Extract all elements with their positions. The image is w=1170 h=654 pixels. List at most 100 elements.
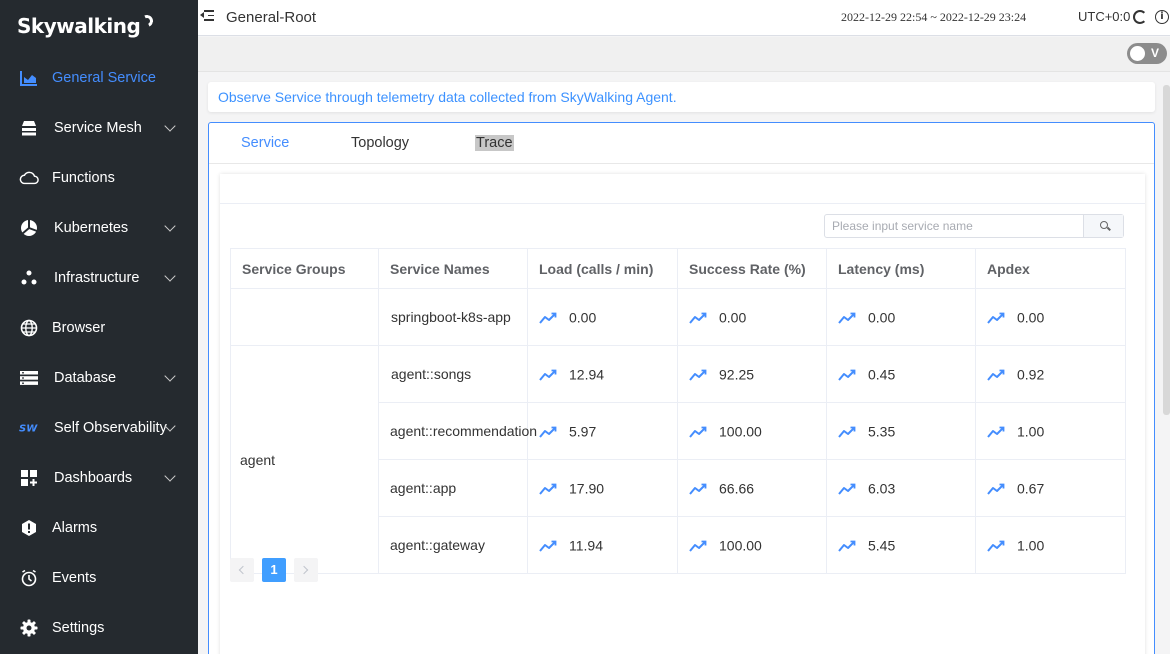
col-header-success-rate: Success Rate (%) <box>677 248 827 289</box>
sidebar-item-database[interactable]: Database <box>0 358 198 398</box>
trend-icon[interactable] <box>689 483 707 495</box>
edit-mode-toggle[interactable]: V <box>1127 43 1167 64</box>
latency-cell: 0.00 <box>826 288 976 346</box>
trend-icon[interactable] <box>689 312 707 324</box>
trend-icon[interactable] <box>838 426 856 438</box>
trend-icon[interactable] <box>539 540 557 552</box>
sidebar-item-infrastructure[interactable]: Infrastructure <box>0 258 198 298</box>
apdex-cell: 0.00 <box>975 288 1126 346</box>
chevron-down-icon <box>164 120 176 132</box>
latency-value: 5.45 <box>868 537 896 554</box>
trend-icon[interactable] <box>539 312 557 324</box>
tab-bar: Service Topology Trace <box>209 123 1154 164</box>
toggle-label: V <box>1151 46 1160 60</box>
database-icon <box>19 368 39 388</box>
trend-icon[interactable] <box>689 426 707 438</box>
latency-value: 0.45 <box>868 366 896 383</box>
success-rate-value: 0.00 <box>719 309 747 326</box>
tab-topology[interactable]: Topology <box>351 135 409 151</box>
sw-logo-icon: SW <box>19 418 39 438</box>
service-name-link[interactable]: agent::gateway <box>378 516 528 574</box>
trend-icon[interactable] <box>838 483 856 495</box>
page-scrollbar[interactable] <box>1163 85 1170 415</box>
success-rate-value: 66.66 <box>719 480 755 497</box>
events-icon <box>19 568 39 588</box>
success-rate-cell: 0.00 <box>677 288 827 346</box>
reload-icon[interactable] <box>1133 10 1147 24</box>
service-name-link[interactable]: agent::songs <box>378 345 528 403</box>
sidebar-item-label: General Service <box>52 70 156 86</box>
prev-page-button[interactable] <box>230 558 254 582</box>
apdex-value: 0.00 <box>1017 309 1045 326</box>
load-value: 5.97 <box>569 423 597 440</box>
sidebar-item-self-observability[interactable]: SW Self Observability <box>0 408 198 448</box>
sidebar-item-label: Service Mesh <box>54 120 142 136</box>
sidebar-item-events[interactable]: Events <box>0 558 198 598</box>
search-input[interactable] <box>825 215 1083 237</box>
sidebar-item-settings[interactable]: Settings <box>0 608 198 648</box>
mesh-icon <box>19 118 39 138</box>
sidebar-item-browser[interactable]: Browser <box>0 308 198 348</box>
sidebar-item-label: Self Observability <box>54 420 167 436</box>
load-value: 17.90 <box>569 480 605 497</box>
search-button[interactable] <box>1083 215 1123 237</box>
sidebar-item-label: Events <box>52 570 97 586</box>
service-search <box>824 214 1124 238</box>
timezone-label[interactable]: UTC+0:0 <box>1078 9 1130 24</box>
service-group-cell <box>230 288 379 346</box>
sidebar-item-functions[interactable]: Functions <box>0 158 198 198</box>
load-cell: 5.97 <box>527 402 678 460</box>
trend-icon[interactable] <box>689 540 707 552</box>
trend-icon[interactable] <box>987 312 1005 324</box>
load-cell: 0.00 <box>527 288 678 346</box>
dashboard-icon <box>19 468 39 488</box>
trend-icon[interactable] <box>987 540 1005 552</box>
trend-icon[interactable] <box>838 369 856 381</box>
next-page-button[interactable] <box>294 558 318 582</box>
svg-text:SW: SW <box>19 424 38 435</box>
load-cell: 12.94 <box>527 345 678 403</box>
latency-value: 5.35 <box>868 423 896 440</box>
trend-icon[interactable] <box>987 426 1005 438</box>
sidebar-item-label: Alarms <box>52 520 98 536</box>
cloud-icon <box>19 168 39 188</box>
trend-icon[interactable] <box>838 540 856 552</box>
sidebar-item-kubernetes[interactable]: Kubernetes <box>0 208 198 248</box>
sidebar-item-general-service[interactable]: General Service <box>0 58 198 98</box>
trend-icon[interactable] <box>838 312 856 324</box>
description-banner: Observe Service through telemetry data c… <box>208 82 1155 112</box>
trend-icon[interactable] <box>987 483 1005 495</box>
trend-icon[interactable] <box>539 369 557 381</box>
col-header-load: Load (calls / min) <box>527 248 678 289</box>
logo-arc-icon <box>139 13 155 29</box>
service-name-link[interactable]: springboot-k8s-app <box>378 288 528 346</box>
sidebar-item-dashboards[interactable]: Dashboards <box>0 458 198 498</box>
trend-icon[interactable] <box>539 426 557 438</box>
service-list-card: Service Groups Service Names Load (calls… <box>220 174 1145 654</box>
page-number-button[interactable]: 1 <box>262 558 286 582</box>
time-range-picker[interactable]: 2022-12-29 22:54 ~ 2022-12-29 23:24 <box>841 10 1026 25</box>
search-icon <box>1100 221 1108 229</box>
sidebar-item-alarms[interactable]: Alarms <box>0 508 198 548</box>
service-name-link[interactable]: agent::app <box>378 459 528 517</box>
gear-icon <box>19 618 39 638</box>
collapse-menu-icon[interactable] <box>200 9 214 22</box>
trend-icon[interactable] <box>689 369 707 381</box>
chevron-left-icon <box>238 565 248 575</box>
service-name-link[interactable]: agent::recommendation <box>378 402 537 460</box>
infrastructure-icon <box>19 268 39 288</box>
chevron-right-icon <box>299 565 309 575</box>
tab-trace[interactable]: Trace <box>475 135 514 151</box>
service-group-cell: agent <box>230 345 379 574</box>
trend-icon[interactable] <box>987 369 1005 381</box>
trend-icon[interactable] <box>539 483 557 495</box>
load-cell: 17.90 <box>527 459 678 517</box>
info-icon[interactable]: i <box>1155 10 1169 24</box>
sidebar: Skywalking General Service Service Mesh … <box>0 0 198 654</box>
top-header: General-Root 2022-12-29 22:54 ~ 2022-12-… <box>198 0 1170 36</box>
latency-cell: 0.45 <box>826 345 976 403</box>
tab-service[interactable]: Service <box>241 135 289 151</box>
sidebar-item-service-mesh[interactable]: Service Mesh <box>0 108 198 148</box>
skywalking-logo[interactable]: Skywalking <box>17 13 155 38</box>
chevron-down-icon <box>164 470 176 482</box>
